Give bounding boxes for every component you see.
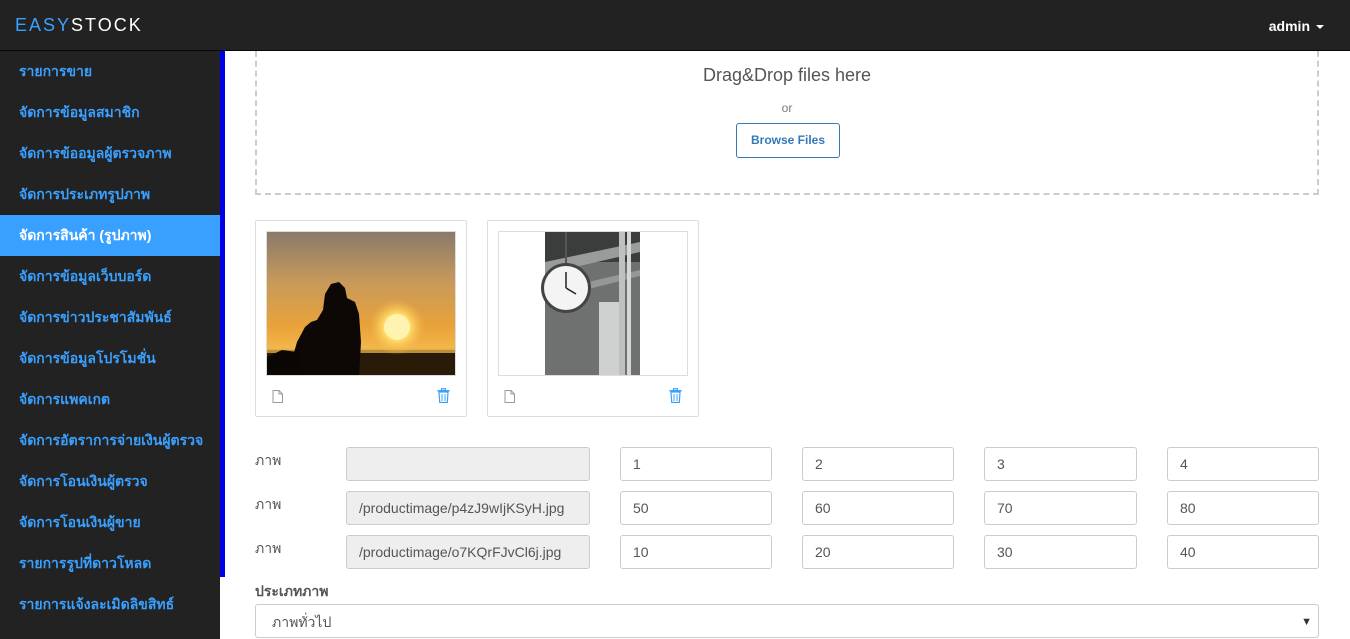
value-field-2[interactable]: 20 bbox=[802, 535, 954, 569]
value-field-3[interactable]: 30 bbox=[984, 535, 1137, 569]
sidebar-item-products[interactable]: จัดการสินค้า (รูปภาพ) bbox=[0, 215, 220, 256]
row-label: ภาพ bbox=[255, 452, 282, 468]
sidebar-item-webboard[interactable]: จัดการข้อมูลเว็บบอร์ด bbox=[0, 256, 220, 297]
file-icon[interactable] bbox=[504, 390, 515, 408]
sidebar-item-seller-transfers[interactable]: จัดการโอนเงินผู้ขาย bbox=[0, 502, 220, 543]
caret-down-icon bbox=[1316, 25, 1324, 30]
sidebar-item-image-categories[interactable]: จัดการประเภทรูปภาพ bbox=[0, 174, 220, 215]
value-field-4[interactable]: 80 bbox=[1167, 491, 1319, 525]
thumbnail-card bbox=[487, 220, 699, 417]
category-select[interactable]: ภาพทั่วไป ▼ bbox=[255, 604, 1319, 638]
sidebar-item-inspector-rates[interactable]: จัดการอัตราการจ่ายเงินผู้ตรวจ bbox=[0, 420, 220, 461]
sidebar-item-copyright-reports[interactable]: รายการแจ้งละเมิดลิขสิทธ์ bbox=[0, 584, 220, 625]
file-dropzone[interactable]: Drag&Drop files here or Browse Files bbox=[255, 51, 1319, 195]
sidebar-item-packages[interactable]: จัดการแพคเกต bbox=[0, 379, 220, 420]
trash-icon[interactable] bbox=[669, 387, 682, 408]
dropdown-arrow-icon: ▼ bbox=[1301, 616, 1312, 628]
sidebar-item-news[interactable]: จัดการข่าวประชาสัมพันธ์ bbox=[0, 297, 220, 338]
value-field-3[interactable]: 70 bbox=[984, 491, 1137, 525]
dropzone-or: or bbox=[781, 101, 793, 115]
top-navbar: EASYSTOCK admin bbox=[0, 0, 1350, 51]
main-content: Drag&Drop files here or Browse Files ภาพ… bbox=[225, 51, 1350, 639]
sidebar-item-inspector-transfers[interactable]: จัดการโอนเงินผู้ตรวจ bbox=[0, 461, 220, 502]
sidebar-item-promotions[interactable]: จัดการข้อมูลโปรโมชั่น bbox=[0, 338, 220, 379]
value-field-1[interactable]: 1 bbox=[620, 447, 772, 481]
value-field-3[interactable]: 3 bbox=[984, 447, 1137, 481]
thumbnail-card bbox=[255, 220, 467, 417]
thumbnail-image-clock bbox=[498, 231, 688, 376]
file-icon[interactable] bbox=[272, 390, 283, 408]
value-field-1[interactable]: 10 bbox=[620, 535, 772, 569]
sidebar-item-members[interactable]: จัดการข้อมูลสมาชิก bbox=[0, 92, 220, 133]
category-label: ประเภทภาพ bbox=[255, 583, 329, 599]
image-path-field[interactable]: /productimage/o7KQrFJvCl6j.jpg bbox=[346, 535, 590, 569]
image-path-field[interactable]: /productimage/p4zJ9wIjKSyH.jpg bbox=[346, 491, 590, 525]
sidebar-item-inspectors[interactable]: จัดการข้ออมูลผู้ตรวจภาพ bbox=[0, 133, 220, 174]
category-selected-value: ภาพทั่วไป bbox=[272, 614, 332, 630]
brand-part-easy: EASY bbox=[15, 15, 72, 35]
value-field-4[interactable]: 40 bbox=[1167, 535, 1319, 569]
sidebar: รายการขาย จัดการข้อมูลสมาชิก จัดการข้ออม… bbox=[0, 51, 220, 639]
trash-icon[interactable] bbox=[437, 387, 450, 408]
browse-files-button[interactable]: Browse Files bbox=[736, 123, 840, 158]
dropzone-title: Drag&Drop files here bbox=[702, 65, 872, 85]
thumbnail-image-sunset bbox=[266, 231, 456, 376]
sidebar-item-downloads[interactable]: รายการรูปที่ดาวโหลด bbox=[0, 543, 220, 584]
value-field-1[interactable]: 50 bbox=[620, 491, 772, 525]
brand-logo[interactable]: EASYSTOCK bbox=[15, 15, 143, 36]
brand-part-stock: STOCK bbox=[71, 15, 143, 35]
user-menu[interactable]: admin bbox=[1269, 18, 1324, 34]
value-field-4[interactable]: 4 bbox=[1167, 447, 1319, 481]
user-name: admin bbox=[1268, 18, 1310, 34]
value-field-2[interactable]: 2 bbox=[802, 447, 954, 481]
sidebar-item-sales-list[interactable]: รายการขาย bbox=[0, 51, 220, 92]
row-label: ภาพ bbox=[255, 540, 282, 556]
image-path-field[interactable] bbox=[346, 447, 590, 481]
row-label: ภาพ bbox=[255, 496, 282, 512]
value-field-2[interactable]: 60 bbox=[802, 491, 954, 525]
